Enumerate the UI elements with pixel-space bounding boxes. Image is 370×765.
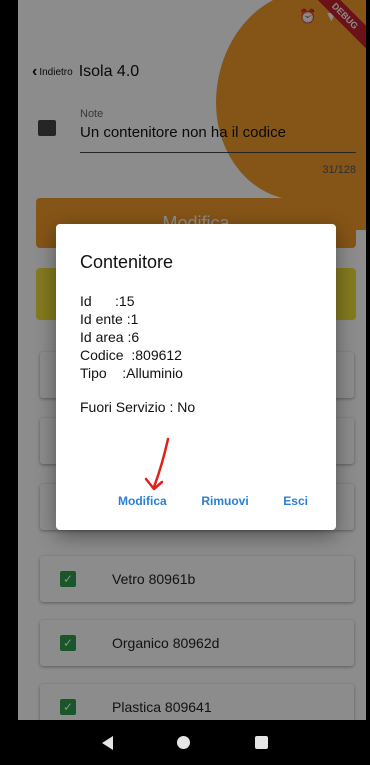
app-screen: 17:06 9· Isola ⏰ ▼ ▮ DEBUG ‹ Indietro Is…	[18, 0, 366, 765]
field-fuori-servizio: Fuori Servizio : No	[80, 399, 196, 415]
field-id-ente: Id ente :1	[80, 311, 139, 327]
field-tipo: Tipo :Alluminio	[80, 365, 183, 381]
annotation-arrow-icon	[144, 437, 170, 491]
system-nav-bar	[0, 720, 370, 765]
field-id: Id :15	[80, 293, 135, 309]
nav-recents-icon[interactable]	[254, 736, 268, 749]
nav-back-icon[interactable]	[102, 735, 114, 750]
dialog-modifica-button[interactable]: Modifica	[118, 494, 167, 508]
dialog-title: Contenitore	[80, 252, 174, 272]
container-dialog: Contenitore Id :15 Id ente :1 Id area :6…	[56, 224, 336, 530]
field-id-area: Id area :6	[80, 329, 140, 345]
nav-home-icon[interactable]	[177, 736, 191, 749]
field-codice: Codice :809612	[80, 347, 182, 363]
dialog-rimuovi-button[interactable]: Rimuovi	[201, 494, 248, 508]
dialog-actions: Modifica Rimuovi Esci	[56, 494, 336, 508]
dialog-esci-button[interactable]: Esci	[283, 494, 308, 508]
dialog-body: Id :15 Id ente :1 Id area :6 Codice :809…	[80, 292, 195, 416]
